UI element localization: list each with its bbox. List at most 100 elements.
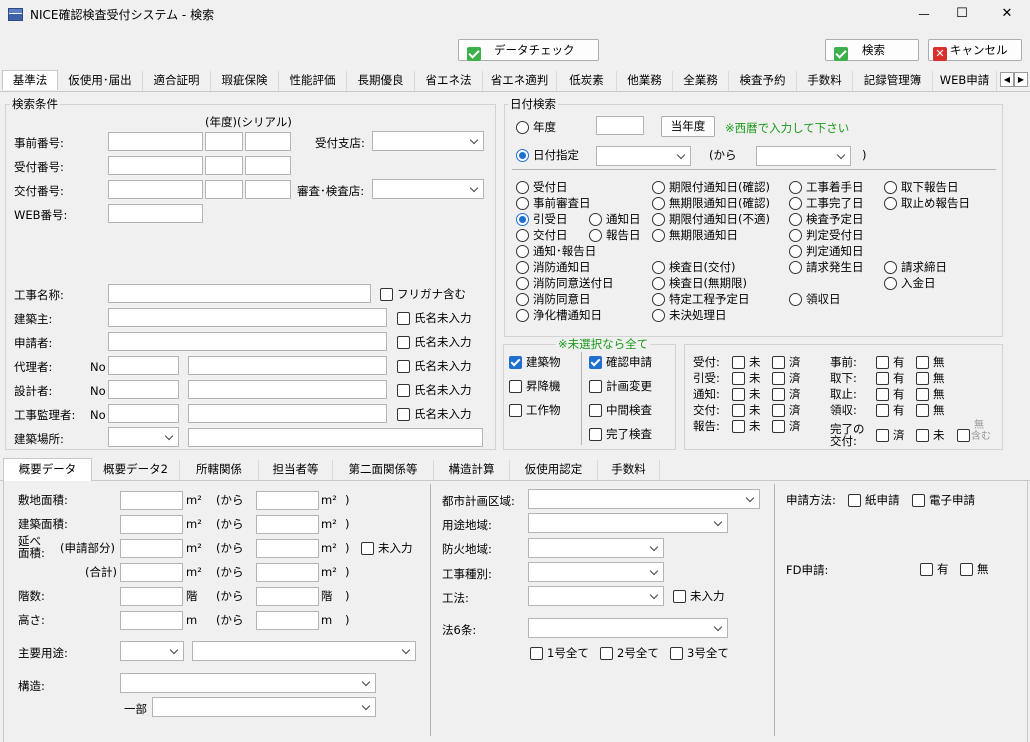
nobe-gokei-from-input[interactable] <box>120 563 183 582</box>
shokoki-checkbox[interactable]: 昇降機 <box>509 379 561 393</box>
date-radio-2[interactable]: 工事着手日 <box>789 180 864 194</box>
tab-kozo-keisan[interactable]: 構造計算 <box>434 460 510 480</box>
status-nashi-checkbox-2[interactable]: 無 <box>916 387 945 401</box>
date-spec-radio[interactable]: 日付指定 <box>516 148 579 162</box>
kenchikunushi-input[interactable] <box>108 308 387 327</box>
kanrisha-no-input[interactable] <box>108 404 179 423</box>
tab-kijunho[interactable]: 基準法 <box>2 70 58 90</box>
status-nashi-checkbox-3[interactable]: 無 <box>916 403 945 417</box>
tab-tagyomu[interactable]: 他業務 <box>617 71 673 91</box>
date-radio-1[interactable]: 期限付通知日(確認) <box>652 180 770 194</box>
date-radio-23[interactable]: 検査日(無期限) <box>652 276 747 290</box>
minimize-button[interactable]: — <box>912 6 936 22</box>
kaisu-from-input[interactable] <box>120 587 183 606</box>
nendo-radio[interactable]: 年度 <box>516 120 556 134</box>
data-check-button[interactable]: データチェック <box>458 39 599 61</box>
tab-web[interactable]: WEB申請 <box>933 71 997 91</box>
shuyoto-select[interactable] <box>192 641 416 661</box>
koji-shubetsu-select[interactable] <box>528 562 664 582</box>
kanryo-kensa-checkbox[interactable]: 完了検査 <box>589 427 652 441</box>
date-radio-14[interactable]: 無期限通知日 <box>652 228 738 242</box>
date-radio-24[interactable]: 入金日 <box>884 276 936 290</box>
nobe-shinsei-from-input[interactable] <box>120 539 183 558</box>
maximize-button[interactable]: ☐ <box>950 6 974 22</box>
status-mi-checkbox-4[interactable]: 未 <box>732 419 761 433</box>
chukan-kensa-checkbox[interactable]: 中間検査 <box>589 403 652 417</box>
nendo-input[interactable] <box>596 116 644 135</box>
ho6-g1-checkbox[interactable]: 1号全て <box>530 646 589 660</box>
tab-tesuryo[interactable]: 手数料 <box>797 71 853 91</box>
date-radio-28[interactable]: 浄化槽通知日 <box>516 308 602 322</box>
nobe-gokei-to-input[interactable] <box>256 563 319 582</box>
jizen-input-2[interactable] <box>205 132 243 151</box>
status-nashi-checkbox-0[interactable]: 無 <box>916 355 945 369</box>
tab-scroll-left[interactable]: ◀ <box>1000 72 1014 87</box>
status-zumi-checkbox-4[interactable]: 済 <box>772 419 801 433</box>
fd-nashi-checkbox[interactable]: 無 <box>960 562 989 576</box>
tab-tekigo[interactable]: 適合証明 <box>143 71 211 91</box>
ho6-g3-checkbox[interactable]: 3号全て <box>670 646 729 660</box>
uketsuke-input-1[interactable] <box>108 156 203 175</box>
date-radio-9[interactable]: 通知日 <box>589 212 641 226</box>
sekkeisha-input[interactable] <box>188 380 387 399</box>
status-ari-checkbox-1[interactable]: 有 <box>876 371 905 385</box>
date-radio-13[interactable]: 報告日 <box>589 228 641 242</box>
electronic-checkbox[interactable]: 電子申請 <box>912 493 975 507</box>
nobe-shinsei-to-input[interactable] <box>256 539 319 558</box>
dairinin-input[interactable] <box>188 356 387 375</box>
date-radio-26[interactable]: 特定工程予定日 <box>652 292 750 306</box>
tab-tesuryo-2[interactable]: 手数料 <box>598 460 660 480</box>
fd-ari-checkbox[interactable]: 有 <box>920 562 949 576</box>
nobe-minyuryoku-checkbox[interactable]: 未入力 <box>361 541 413 555</box>
status-zumi-checkbox-0[interactable]: 済 <box>772 355 801 369</box>
tab-teitanso[interactable]: 低炭素 <box>557 71 617 91</box>
date-radio-11[interactable]: 検査予定日 <box>789 212 864 226</box>
sekkeisha-no-input[interactable] <box>108 380 179 399</box>
status-zumi-checkbox-3[interactable]: 済 <box>772 403 801 417</box>
date-radio-25[interactable]: 消防同意日 <box>516 292 591 306</box>
tab-seino[interactable]: 性能評価 <box>279 71 347 91</box>
kenchiku-to-input[interactable] <box>256 515 319 534</box>
basho-select[interactable] <box>108 427 179 447</box>
date-radio-10[interactable]: 期限付通知日(不適) <box>652 212 770 226</box>
paper-checkbox[interactable]: 紙申請 <box>848 493 900 507</box>
kakunin-shinsei-checkbox[interactable]: 確認申請 <box>589 355 652 369</box>
tab-kashiyo[interactable]: 仮使用･届出 <box>58 71 143 91</box>
tab-shoene-tekihan[interactable]: 省エネ適判 <box>483 71 557 91</box>
status-mi-checkbox-3[interactable]: 未 <box>732 403 761 417</box>
tab-tantosha[interactable]: 担当者等 <box>259 460 333 480</box>
tab-scroll-right[interactable]: ▶ <box>1014 72 1028 87</box>
status-mi-checkbox-2[interactable]: 未 <box>732 387 761 401</box>
basho-input[interactable] <box>188 428 483 447</box>
keikaku-henko-checkbox[interactable]: 計画変更 <box>589 379 652 393</box>
toshi-keikaku-select[interactable] <box>528 489 760 509</box>
tab-daini[interactable]: 第二面関係等 <box>333 460 434 480</box>
uketsuke-input-3[interactable] <box>245 156 291 175</box>
status-zumi-checkbox-2[interactable]: 済 <box>772 387 801 401</box>
date-radio-5[interactable]: 無期限通知日(確認) <box>652 196 770 210</box>
status-ari-checkbox-3[interactable]: 有 <box>876 403 905 417</box>
tab-zengyomu[interactable]: 全業務 <box>673 71 729 91</box>
date-radio-8[interactable]: 引受日 <box>516 212 568 226</box>
takasa-to-input[interactable] <box>256 611 319 630</box>
kozo-select[interactable] <box>120 673 376 693</box>
tab-kiroku[interactable]: 記録管理簿 <box>853 71 933 91</box>
tab-shokatsu[interactable]: 所轄関係 <box>180 460 259 480</box>
status-zumi-checkbox-1[interactable]: 済 <box>772 371 801 385</box>
date-radio-29[interactable]: 未決処理日 <box>652 308 727 322</box>
tab-choki[interactable]: 長期優良 <box>347 71 415 91</box>
jizen-input-1[interactable] <box>108 132 203 151</box>
date-radio-3[interactable]: 取下報告日 <box>884 180 959 194</box>
status-mi-checkbox-0[interactable]: 未 <box>732 355 761 369</box>
date-radio-6[interactable]: 工事完了日 <box>789 196 864 210</box>
close-button[interactable]: ✕ <box>995 6 1019 22</box>
date-radio-22[interactable]: 消防同意送付日 <box>516 276 614 290</box>
tab-kashi[interactable]: 瑕疵保険 <box>211 71 279 91</box>
status-nashi-checkbox-1[interactable]: 無 <box>916 371 945 385</box>
kosakubutsu-checkbox[interactable]: 工作物 <box>509 403 561 417</box>
tab-kensa-yoyaku[interactable]: 検査予約 <box>729 71 797 91</box>
web-input[interactable] <box>108 204 203 223</box>
furigana-checkbox[interactable]: フリガナ含む <box>380 287 466 301</box>
today-nendo-button[interactable]: 当年度 <box>661 116 715 137</box>
kanrisha-noname-checkbox[interactable]: 氏名未入力 <box>397 407 472 421</box>
